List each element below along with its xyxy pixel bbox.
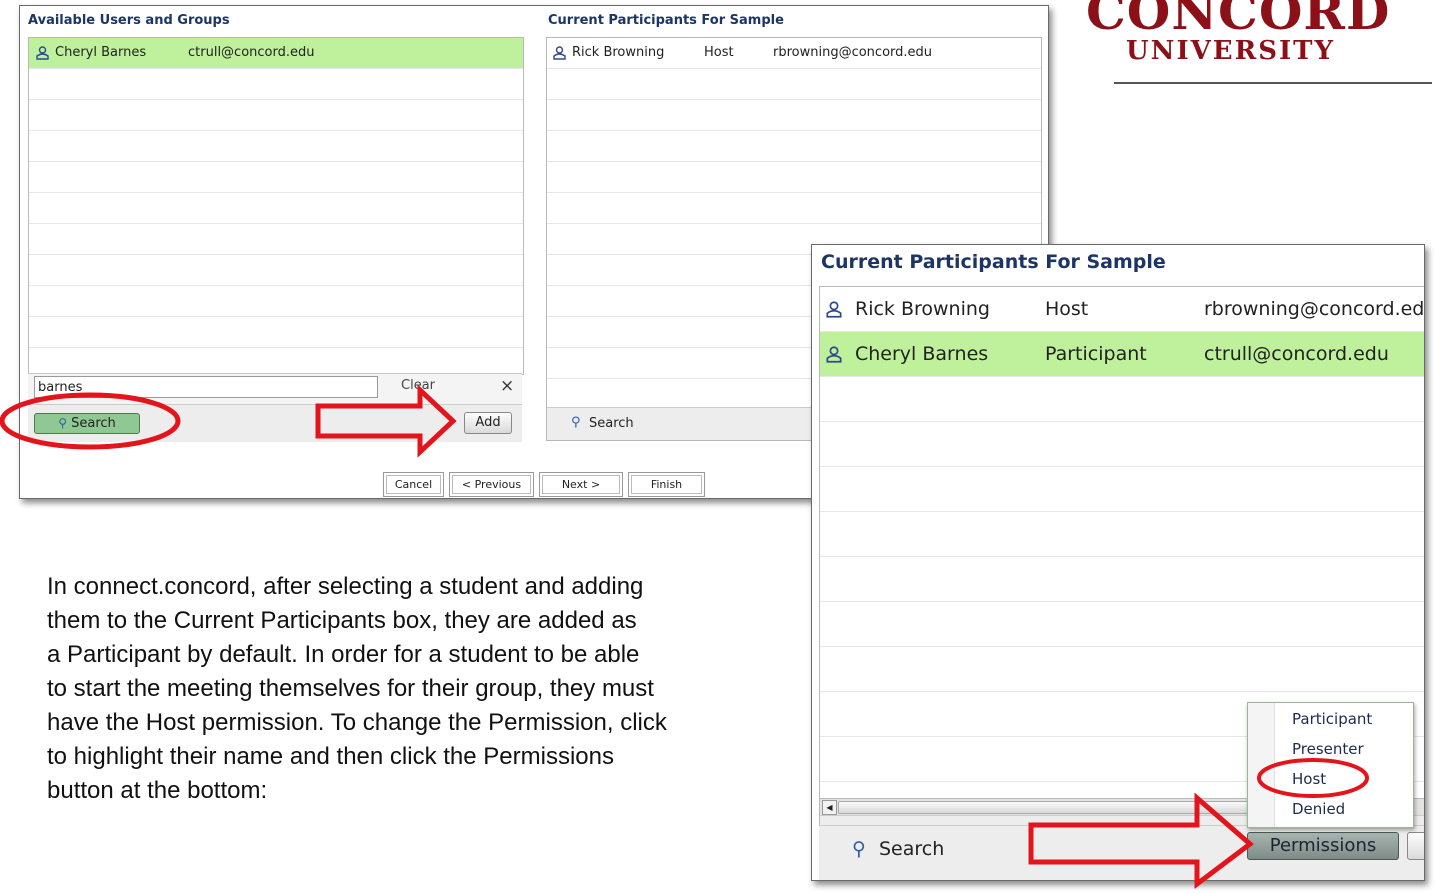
search-input[interactable]: barnes [34,376,378,398]
list-item[interactable] [820,602,1424,647]
permissions-button[interactable]: Permissions [1247,832,1399,860]
search-icon: ⚲ [852,838,866,860]
list-item[interactable] [547,193,1041,224]
list-item[interactable] [29,286,523,317]
menu-gutter [1248,703,1275,827]
instruction-line: to highlight their name and then click t… [47,743,614,770]
list-item[interactable] [820,512,1424,557]
instruction-line: button at the bottom: [47,777,268,804]
list-item[interactable] [820,467,1424,512]
menu-item-host[interactable]: Host [1292,770,1326,788]
participant-name: Rick Browning [855,298,990,320]
instruction-line: a Participant by default. In order for a… [47,641,640,668]
clear-link[interactable]: Clear [401,378,435,393]
participant-email: ctrull@concord.edu [1204,343,1389,365]
user-icon [553,46,566,60]
cancel-button[interactable]: Cancel [383,472,444,497]
list-item[interactable]: Rick Browning Host rbrowning@concord.ed [820,287,1425,332]
instruction-line: them to the Current Participants box, th… [47,607,637,634]
user-icon [826,301,842,318]
close-icon[interactable]: × [500,376,514,396]
list-item[interactable] [29,193,523,224]
permissions-button-label: Permissions [1269,835,1377,856]
list-item[interactable]: Rick Browning Host rbrowning@concord.edu [547,38,1041,69]
search-input-value: barnes [38,380,83,395]
instruction-line: have the Host permission. To change the … [47,709,667,736]
user-name: Cheryl Barnes [55,45,147,60]
permissions-menu: Participant Presenter Host Denied [1247,702,1414,828]
current-participants-title: Current Participants For Sample [548,13,784,28]
participants-search-button[interactable]: Search [589,416,634,431]
available-users-toolbar: barnes Clear × ⚲ Search Add [28,373,522,442]
participant-name: Rick Browning [572,45,665,60]
list-item[interactable] [29,348,523,374]
list-item[interactable] [547,69,1041,100]
zoomed-search-button[interactable]: Search [879,838,944,860]
logo-subtitle: UNIVERSITY [1126,36,1336,66]
search-icon: ⚲ [571,415,581,430]
instruction-line: In connect.concord, after selecting a st… [47,573,644,600]
participant-name: Cheryl Barnes [855,343,989,365]
scroll-thumb[interactable] [838,801,1270,814]
search-bar-strip: ⚲ Search Add [28,404,522,442]
list-item[interactable] [29,317,523,348]
zoomed-bottom-bar: ⚲ Search Permissions [819,825,1424,880]
list-item[interactable] [820,557,1424,602]
next-button[interactable]: Next > [539,472,623,497]
list-item[interactable] [29,69,523,100]
next-toolbar-button[interactable] [1407,832,1424,860]
list-item[interactable]: Cheryl Barnes ctrull@concord.edu [29,38,523,69]
menu-item-presenter[interactable]: Presenter [1292,740,1364,758]
list-item[interactable] [29,255,523,286]
finish-button[interactable]: Finish [628,472,705,497]
search-button[interactable]: ⚲ Search [34,413,140,434]
list-item[interactable] [29,224,523,255]
participant-role: Host [704,45,734,60]
search-button-label: Search [71,416,116,431]
logo-wordmark: CONCORD [1086,0,1391,41]
list-item[interactable] [820,647,1424,692]
instructions-paragraph: In connect.concord, after selecting a st… [47,570,827,808]
list-item[interactable] [820,422,1424,467]
participant-role: Host [1045,298,1089,320]
user-icon [36,46,49,60]
list-item[interactable] [29,131,523,162]
add-button-label: Add [475,415,501,430]
list-item[interactable] [820,377,1424,422]
add-button[interactable]: Add [464,412,512,434]
list-item[interactable] [547,100,1041,131]
available-users-list: Cheryl Barnes ctrull@concord.edu [28,37,524,375]
participant-role: Participant [1045,343,1147,365]
menu-item-denied[interactable]: Denied [1292,800,1345,818]
list-item[interactable]: Cheryl Barnes Participant ctrull@concord… [820,332,1424,377]
menu-item-participant[interactable]: Participant [1292,710,1372,728]
list-item[interactable] [29,162,523,193]
search-icon: ⚲ [58,416,67,430]
list-item[interactable] [29,100,523,131]
previous-button[interactable]: < Previous [449,472,534,497]
list-item[interactable] [547,131,1041,162]
logo-divider [1114,82,1432,84]
zoomed-panel-title: Current Participants For Sample [821,251,1166,273]
available-users-title: Available Users and Groups [28,13,230,28]
participant-email: rbrowning@concord.edu [773,45,933,60]
user-icon [826,346,842,363]
participant-email: rbrowning@concord.ed [1204,298,1425,320]
user-email: ctrull@concord.edu [188,45,315,60]
instruction-line: to start the meeting themselves for thei… [47,675,654,702]
list-item[interactable] [547,162,1041,193]
